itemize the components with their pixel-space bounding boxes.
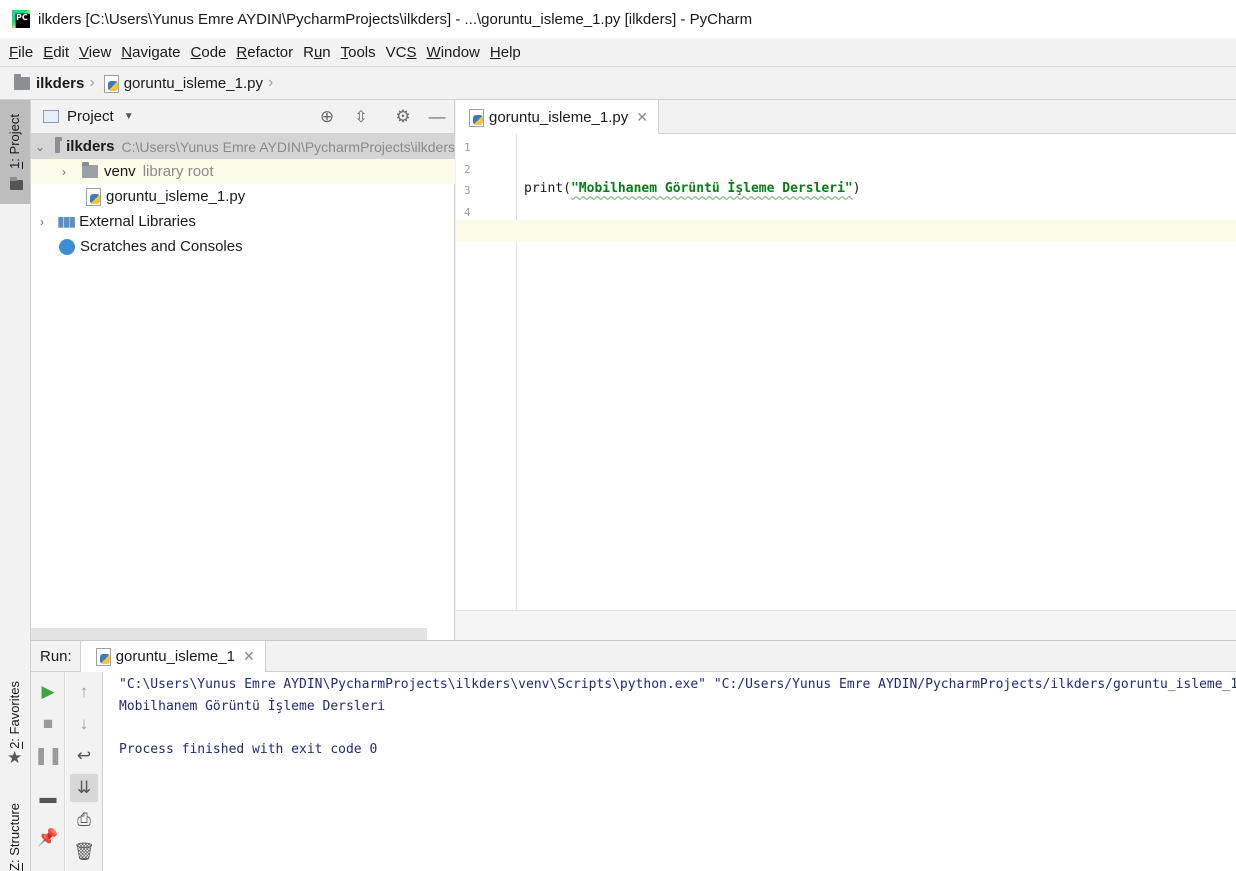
locate-icon[interactable]: ⊕ [310, 107, 344, 127]
python-run-icon [95, 647, 111, 666]
arrow-up-icon[interactable]: ↑ [70, 678, 98, 706]
menu-item-8[interactable]: VCS [381, 44, 422, 61]
tree-item-ilkders[interactable]: ⌄ ilkders C:\Users\Yunus Emre AYDIN\Pych… [31, 134, 455, 159]
folder-icon [55, 137, 63, 153]
editor-tab-bar: goruntu_isleme_1.py ✕ [456, 100, 1236, 134]
tree-item-external-libraries[interactable]: › ▮▮▮ External Libraries [31, 209, 455, 234]
chevron-right-icon: › [267, 74, 274, 91]
project-view-icon [43, 110, 59, 123]
tool-window-favorites-button[interactable]: 2: Favorites ★ [0, 675, 30, 775]
menu-item-4[interactable]: Code [186, 44, 232, 61]
project-panel: Project ▼ ⊕ ⇳ ⚙ — ⌄ ilkders C:\Users\Yun… [31, 100, 455, 640]
line-number: 2 [464, 162, 471, 176]
close-icon[interactable]: ✕ [243, 648, 255, 665]
python-file-icon [85, 188, 101, 206]
tool-window-project-button[interactable]: 1: Project [0, 100, 30, 204]
line-number: 3 [464, 184, 471, 197]
star-icon: ★ [7, 748, 23, 767]
pause-icon[interactable]: ❚❚ [34, 742, 63, 770]
print-icon[interactable]: ⎙ [70, 806, 98, 834]
gear-icon[interactable]: ⚙ [386, 107, 420, 127]
run-panel-header: Run: goruntu_isleme_1 ✕ [31, 640, 1236, 672]
chevron-down-icon[interactable]: ⌄ [35, 140, 45, 154]
arrow-down-icon[interactable]: ↓ [70, 710, 98, 738]
console-line: Process finished with exit code 0 [119, 741, 378, 757]
menu-item-0[interactable]: File [4, 44, 38, 61]
collapse-all-icon[interactable]: ⇳ [344, 107, 378, 127]
tool-window-structure-button[interactable]: Z: Structure [0, 800, 30, 871]
line-number: 1 [464, 141, 471, 154]
folder-icon [10, 177, 23, 190]
chevron-right-icon: › [89, 74, 95, 91]
python-file-icon [468, 108, 484, 127]
menu-item-2[interactable]: View [74, 44, 116, 61]
breadcrumb-file[interactable]: goruntu_isleme_1.py [103, 74, 263, 93]
editor: goruntu_isleme_1.py ✕ 12345 print("Mobil… [456, 100, 1236, 640]
code-area[interactable]: print("Mobilhanem Görüntü İşleme Dersler… [456, 134, 1236, 610]
library-icon: ▮▮▮ [57, 213, 76, 229]
caret-down-icon[interactable]: ▼ [124, 111, 134, 122]
project-view-selector[interactable]: Project [67, 108, 114, 125]
menu-item-1[interactable]: Edit [38, 44, 74, 61]
project-panel-header: Project ▼ ⊕ ⇳ ⚙ — [31, 100, 454, 134]
tree-item-venv[interactable]: › venv library root [31, 159, 455, 184]
folder-icon [82, 162, 98, 178]
menu-item-5[interactable]: Refactor [231, 44, 298, 61]
chevron-right-icon[interactable]: › [57, 165, 71, 179]
rerun-icon[interactable]: ▶ [34, 678, 62, 706]
stop-icon[interactable]: ■ [34, 710, 62, 738]
chevron-right-icon[interactable]: › [35, 215, 49, 229]
run-panel: Run: goruntu_isleme_1 ✕ ▶ ■ ❚❚ ▬ 📌 ↑ ↓ ↩… [31, 640, 1236, 871]
breadcrumb-project[interactable]: ilkders [14, 73, 84, 92]
left-tool-strip: 1: Project 2: Favorites ★ Z: Structure [0, 100, 31, 871]
pin-icon[interactable]: 📌 [34, 824, 62, 852]
menu-item-3[interactable]: Navigate [116, 44, 185, 61]
run-tab[interactable]: goruntu_isleme_1 ✕ [79, 640, 266, 672]
breadcrumb: ilkders › goruntu_isleme_1.py › [0, 66, 1236, 100]
code-line-3: print("Mobilhanem Görüntü İşleme Dersler… [524, 181, 861, 196]
tree-item-scratches[interactable]: Scratches and Consoles [31, 234, 455, 259]
tree-item-file[interactable]: goruntu_isleme_1.py [31, 184, 455, 209]
trash-icon[interactable]: 🗑 [70, 838, 98, 866]
hide-icon[interactable]: — [420, 107, 454, 127]
title-bar: PC ilkders [C:\Users\Yunus Emre AYDIN\Py… [0, 0, 1236, 38]
menu-bar: File Edit View Navigate Code Refactor Run Tools… [0, 38, 1236, 66]
scroll-to-end-icon[interactable]: ⇊ [70, 774, 98, 802]
scratches-icon [59, 238, 75, 255]
layout-icon[interactable]: ▬ [34, 784, 62, 812]
menu-item-9[interactable]: Window [422, 44, 485, 61]
line-number: 4 [464, 205, 471, 219]
horizontal-scrollbar[interactable] [31, 628, 427, 640]
current-line-highlight [456, 220, 1236, 242]
editor-breadcrumb-bar [456, 610, 1236, 640]
console-line: Mobilhanem Görüntü İşleme Dersleri [119, 698, 386, 714]
run-toolbar-right: ↑ ↓ ↩ ⇊ ⎙ 🗑 [66, 672, 103, 871]
editor-tab-goruntu[interactable]: goruntu_isleme_1.py ✕ [456, 100, 659, 134]
menu-item-7[interactable]: Tools [336, 44, 381, 61]
python-file-icon [103, 74, 119, 93]
run-toolbar-left: ▶ ■ ❚❚ ▬ 📌 [31, 672, 65, 871]
soft-wrap-icon[interactable]: ↩ [70, 742, 98, 770]
run-label: Run: [40, 647, 72, 665]
console-output[interactable]: "C:\Users\Yunus Emre AYDIN\PycharmProjec… [119, 677, 1236, 867]
window-title: ilkders [C:\Users\Yunus Emre AYDIN\Pycha… [38, 10, 753, 28]
close-icon[interactable]: ✕ [636, 109, 648, 126]
pycharm-logo-icon: PC [12, 10, 30, 28]
menu-item-6[interactable]: Run [298, 44, 336, 61]
folder-icon [14, 73, 30, 90]
line-number-gutter: 12345 [456, 134, 517, 610]
console-line: "C:\Users\Yunus Emre AYDIN\PycharmProjec… [119, 677, 1236, 692]
menu-item-10[interactable]: Help [485, 44, 526, 61]
